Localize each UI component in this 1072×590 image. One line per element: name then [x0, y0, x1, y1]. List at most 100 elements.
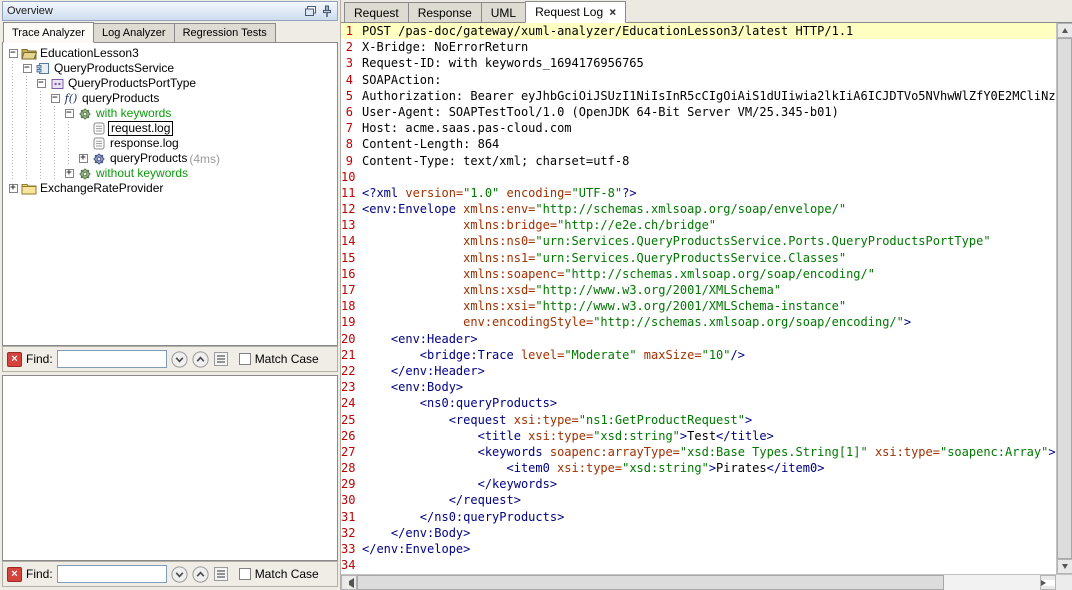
tab-log-analyzer[interactable]: Log Analyzer	[93, 23, 175, 42]
tree-indent-guide	[34, 166, 48, 181]
line-number: 15	[341, 250, 362, 266]
folder-open-icon	[20, 46, 38, 61]
tree-node-educationlesson3[interactable]: −EducationLesson3	[6, 46, 337, 61]
code-line-text: xmlns:xsd="http://www.w3.org/2001/XMLSch…	[362, 282, 1056, 298]
code-line: 21 <bridge:Trace level="Moderate" maxSiz…	[341, 347, 1056, 363]
tree-indent-guide	[6, 61, 20, 76]
code-line-text: xmlns:soapenc="http://schemas.xmlsoap.or…	[362, 266, 1056, 282]
tree-expander-icon[interactable]: +	[65, 169, 74, 178]
tree-node-without-keywords[interactable]: +without keywords	[6, 166, 337, 181]
code-line: 20 <env:Header>	[341, 331, 1056, 347]
find-next-icon[interactable]	[171, 351, 188, 368]
code-line-text: Content-Length: 864	[362, 136, 1056, 152]
log-icon	[90, 121, 108, 136]
tab-regression-tests[interactable]: Regression Tests	[174, 23, 276, 42]
scroll-down-icon[interactable]	[1057, 559, 1072, 574]
code-line: 3Request-ID: with keywords_1694176956765	[341, 55, 1056, 71]
tree-node-with-keywords[interactable]: −with keywords	[6, 106, 337, 121]
horizontal-scroll-track[interactable]	[357, 575, 1040, 590]
code-line: 33</env:Envelope>	[341, 541, 1056, 557]
vertical-scroll-track[interactable]	[1057, 38, 1072, 559]
horizontal-scroll-thumb[interactable]	[357, 575, 944, 590]
match-case-checkbox[interactable]	[239, 353, 251, 365]
tree-node-request-log[interactable]: request.log	[6, 121, 337, 136]
code-line-text: </keywords>	[362, 476, 1056, 492]
code-line: 34	[341, 557, 1056, 573]
horizontal-scrollbar-row	[341, 574, 1072, 590]
close-find-icon[interactable]: ×	[7, 567, 22, 582]
match-case-checkbox[interactable]	[239, 568, 251, 580]
tree-node-label: request.log	[108, 121, 173, 136]
tab-request-log[interactable]: Request Log ×	[525, 1, 626, 23]
tree-indent-guide	[48, 136, 62, 151]
code-line-text: Host: acme.saas.pas-cloud.com	[362, 120, 1056, 136]
tree-expander-icon[interactable]: −	[37, 79, 46, 88]
log-icon	[90, 136, 108, 151]
request-log-view[interactable]: 1POST /pas-doc/gateway/xuml-analyzer/Edu…	[341, 23, 1056, 574]
code-line-text	[362, 169, 1056, 185]
code-line: 24 <ns0:queryProducts>	[341, 395, 1056, 411]
vertical-scrollbar[interactable]	[1056, 23, 1072, 574]
highlight-all-icon[interactable]	[213, 351, 229, 367]
line-number: 6	[341, 104, 362, 120]
code-line-text: Authorization: Bearer eyJhbGciOiJSUzI1Ni…	[362, 88, 1056, 104]
tree-node-exchangerateprovider[interactable]: +ExchangeRateProvider	[6, 181, 337, 196]
find-prev-icon[interactable]	[192, 566, 209, 583]
tab-uml[interactable]: UML	[481, 2, 526, 22]
horizontal-scrollbar[interactable]	[341, 574, 1056, 590]
line-number: 1	[341, 23, 362, 39]
close-find-icon[interactable]: ×	[7, 352, 22, 367]
code-line: 7Host: acme.saas.pas-cloud.com	[341, 120, 1056, 136]
trace-tree-panel: −EducationLesson3−QueryProductsService−Q…	[2, 43, 338, 346]
tab-response[interactable]: Response	[408, 2, 482, 22]
find-input[interactable]	[57, 565, 167, 583]
tree-node-queryproducts[interactable]: −f()queryProducts	[6, 91, 337, 106]
tree-indent-guide	[6, 76, 20, 91]
highlight-all-icon[interactable]	[213, 566, 229, 582]
tree-node-response-log[interactable]: response.log	[6, 136, 337, 151]
code-line: 16 xmlns:soapenc="http://schemas.xmlsoap…	[341, 266, 1056, 282]
tree-indent-guide	[20, 166, 34, 181]
code-line: 30 </request>	[341, 492, 1056, 508]
scroll-right-icon[interactable]	[1040, 575, 1056, 590]
tree-expander-icon[interactable]: +	[9, 184, 18, 193]
tab-label: Request Log	[535, 5, 603, 19]
scroll-left-icon[interactable]	[341, 575, 357, 590]
tab-trace-analyzer[interactable]: Trace Analyzer	[3, 22, 94, 43]
code-line-text	[362, 557, 1056, 573]
vertical-scroll-thumb[interactable]	[1057, 38, 1072, 559]
tree-expander-icon[interactable]: +	[79, 154, 88, 163]
tree-connector	[76, 124, 90, 133]
tree-expander-icon[interactable]: −	[23, 64, 32, 73]
find-next-icon[interactable]	[171, 566, 188, 583]
float-window-icon[interactable]	[304, 5, 317, 17]
find-input[interactable]	[57, 350, 167, 368]
tree-indent-guide	[6, 166, 20, 181]
tree-node-queryproducts[interactable]: +queryProducts (4ms)	[6, 151, 337, 166]
tree-expander-icon[interactable]: −	[9, 49, 18, 58]
code-line: 1POST /pas-doc/gateway/xuml-analyzer/Edu…	[341, 23, 1056, 39]
code-line-text: <bridge:Trace level="Moderate" maxSize="…	[362, 347, 1056, 363]
line-number: 18	[341, 298, 362, 314]
scroll-up-icon[interactable]	[1057, 23, 1072, 38]
close-tab-icon[interactable]: ×	[609, 6, 616, 18]
tree-node-queryproductsporttype[interactable]: −QueryProductsPortType	[6, 76, 337, 91]
tree-indent-guide	[34, 151, 48, 166]
code-line-text: X-Bridge: NoErrorReturn	[362, 39, 1056, 55]
tree-node-label: queryProducts	[80, 92, 161, 105]
tree-expander-icon[interactable]: −	[65, 109, 74, 118]
tree-indent-guide	[20, 91, 34, 106]
tree-connector	[76, 139, 90, 148]
tree-node-queryproductsservice[interactable]: −QueryProductsService	[6, 61, 337, 76]
code-line: 29 </keywords>	[341, 476, 1056, 492]
overview-title: Overview	[7, 5, 304, 17]
testcase-icon	[76, 166, 94, 181]
code-line-text: <item0 xsi:type="xsd:string">Pirates</it…	[362, 460, 1056, 476]
app-window: Overview Trace AnalyzerLog AnalyzerRegre…	[0, 0, 1072, 590]
code-area: 1POST /pas-doc/gateway/xuml-analyzer/Edu…	[341, 23, 1072, 574]
tab-request[interactable]: Request	[344, 2, 409, 22]
tree-expander-icon[interactable]: −	[51, 94, 60, 103]
pin-icon[interactable]	[321, 5, 333, 18]
find-prev-icon[interactable]	[192, 351, 209, 368]
code-line-text: env:encodingStyle="http://schemas.xmlsoa…	[362, 314, 1056, 330]
